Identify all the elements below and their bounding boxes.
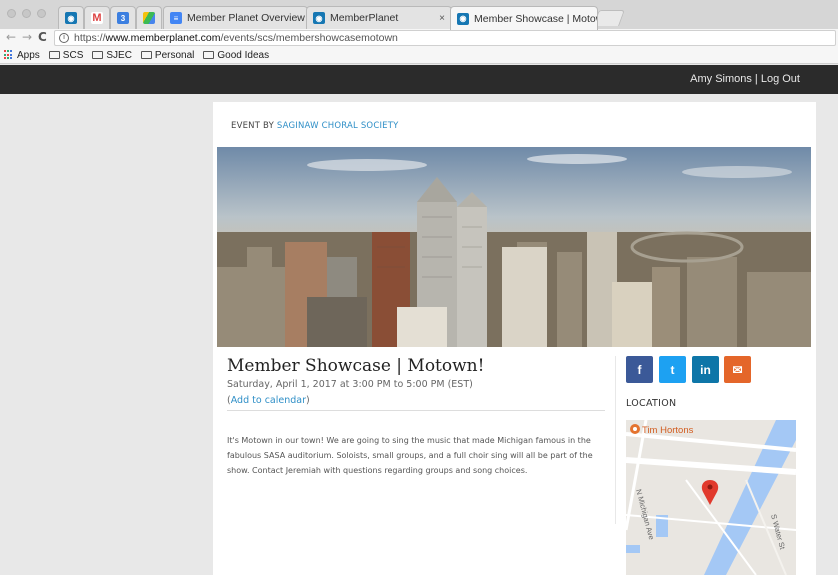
zoom-window-button[interactable]: [37, 9, 46, 18]
back-arrow-icon[interactable]: ←: [6, 30, 16, 44]
event-title: Member Showcase | Motown!: [227, 356, 485, 376]
bookmark-label: Good Ideas: [217, 49, 270, 61]
linkedin-icon: in: [700, 362, 711, 377]
facebook-icon: f: [637, 362, 642, 377]
bookmark-personal[interactable]: Personal: [140, 49, 195, 61]
close-icon[interactable]: ×: [439, 13, 445, 24]
event-card: EVENT BY SAGINAW CHORAL SOCIETY Member S…: [213, 102, 816, 575]
google-docs-icon: ≡: [170, 12, 182, 24]
map-poi-label: Tim Hortons: [642, 425, 694, 436]
bookmark-sjec[interactable]: SJEC: [92, 50, 132, 61]
pinned-tab-gmail[interactable]: M: [84, 6, 110, 29]
bookmark-label: SCS: [62, 49, 84, 61]
add-to-calendar-line: (Add to calendar): [227, 395, 310, 406]
info-icon[interactable]: i: [59, 33, 69, 43]
pinned-tab-calendar[interactable]: 3: [110, 6, 136, 29]
twitter-share-button[interactable]: t: [659, 356, 686, 383]
facebook-share-button[interactable]: f: [626, 356, 653, 383]
tab-label: Member Showcase | Motown!: [474, 12, 597, 25]
folder-icon: [140, 51, 152, 59]
memberplanet-icon: ◉: [65, 12, 77, 24]
folder-icon: [48, 51, 60, 59]
folder-icon: [203, 51, 215, 59]
bookmark-good-ideas[interactable]: Good Ideas: [203, 50, 269, 61]
apps-grid-icon: [4, 50, 14, 60]
site-header: Amy Simons | Log Out: [0, 65, 838, 94]
title-divider: [227, 410, 605, 411]
event-datetime: Saturday, April 1, 2017 at 3:00 PM to 5:…: [227, 379, 473, 390]
add-to-calendar-link[interactable]: Add to calendar: [231, 395, 306, 406]
event-description: It's Motown in our town! We are going to…: [227, 436, 593, 475]
event-by-label: EVENT BY: [231, 121, 277, 131]
email-icon: ✉: [732, 362, 743, 377]
address-toolbar: ← → C i https://www.memberplanet.com/eve…: [0, 29, 838, 47]
tab-member-planet-overview[interactable]: ≡ Member Planet Overview - Sin ×: [163, 6, 308, 29]
calendar-icon: 3: [117, 12, 129, 24]
forward-arrow-icon[interactable]: →: [22, 30, 32, 44]
bookmark-label: Apps: [17, 49, 40, 61]
tab-member-showcase[interactable]: ◉ Member Showcase | Motown! ×: [450, 6, 598, 30]
location-heading: LOCATION: [626, 398, 677, 409]
url-domain: www.memberplanet.com: [105, 32, 221, 44]
user-menu-links[interactable]: Amy Simons | Log Out: [690, 73, 800, 85]
tab-memberplanet[interactable]: ◉ MemberPlanet ×: [306, 6, 452, 29]
drive-icon: [143, 12, 155, 24]
tab-label: MemberPlanet: [330, 12, 399, 24]
column-divider: [615, 356, 616, 524]
gmail-icon: M: [91, 12, 103, 24]
pinned-tab-drive[interactable]: [136, 6, 162, 29]
organizer-link[interactable]: SAGINAW CHORAL SOCIETY: [277, 121, 399, 131]
reload-icon[interactable]: C: [38, 30, 47, 44]
close-window-button[interactable]: [7, 9, 16, 18]
bookmarks-bar: Apps SCS SJEC Personal Good Ideas: [0, 47, 838, 64]
memberplanet-icon: ◉: [313, 12, 325, 24]
memberplanet-icon: ◉: [457, 12, 469, 25]
bookmark-scs[interactable]: SCS: [48, 49, 84, 61]
paren-close: ): [306, 395, 310, 406]
bookmark-apps[interactable]: Apps: [4, 50, 40, 61]
event-hero-image: [217, 147, 811, 347]
url-field[interactable]: i https://www.memberplanet.com/events/sc…: [54, 30, 836, 46]
minimize-window-button[interactable]: [22, 9, 31, 18]
tab-label: Member Planet Overview - Sin: [187, 12, 307, 24]
event-organizer-line: EVENT BY SAGINAW CHORAL SOCIETY: [231, 121, 399, 131]
linkedin-share-button[interactable]: in: [692, 356, 719, 383]
browser-tabbar: ◉ M 3 ≡ Member Planet Overview - Sin × ◉…: [0, 0, 838, 30]
bookmark-label: Personal: [154, 49, 195, 61]
twitter-icon: t: [670, 362, 675, 377]
bookmark-label: SJEC: [106, 49, 132, 61]
url-scheme: https://: [74, 32, 106, 44]
url-path: /events/scs/membershowcasemotown: [220, 32, 398, 44]
email-share-button[interactable]: ✉: [724, 356, 751, 383]
pinned-tab-memberplanet[interactable]: ◉: [58, 6, 84, 29]
map-canvas[interactable]: Tim Hortons N Michigan Ave S Water St: [626, 420, 796, 575]
folder-icon: [92, 51, 104, 59]
location-map[interactable]: Tim Hortons N Michigan Ave S Water St: [626, 420, 796, 575]
city-skyline-photo: [217, 147, 811, 347]
